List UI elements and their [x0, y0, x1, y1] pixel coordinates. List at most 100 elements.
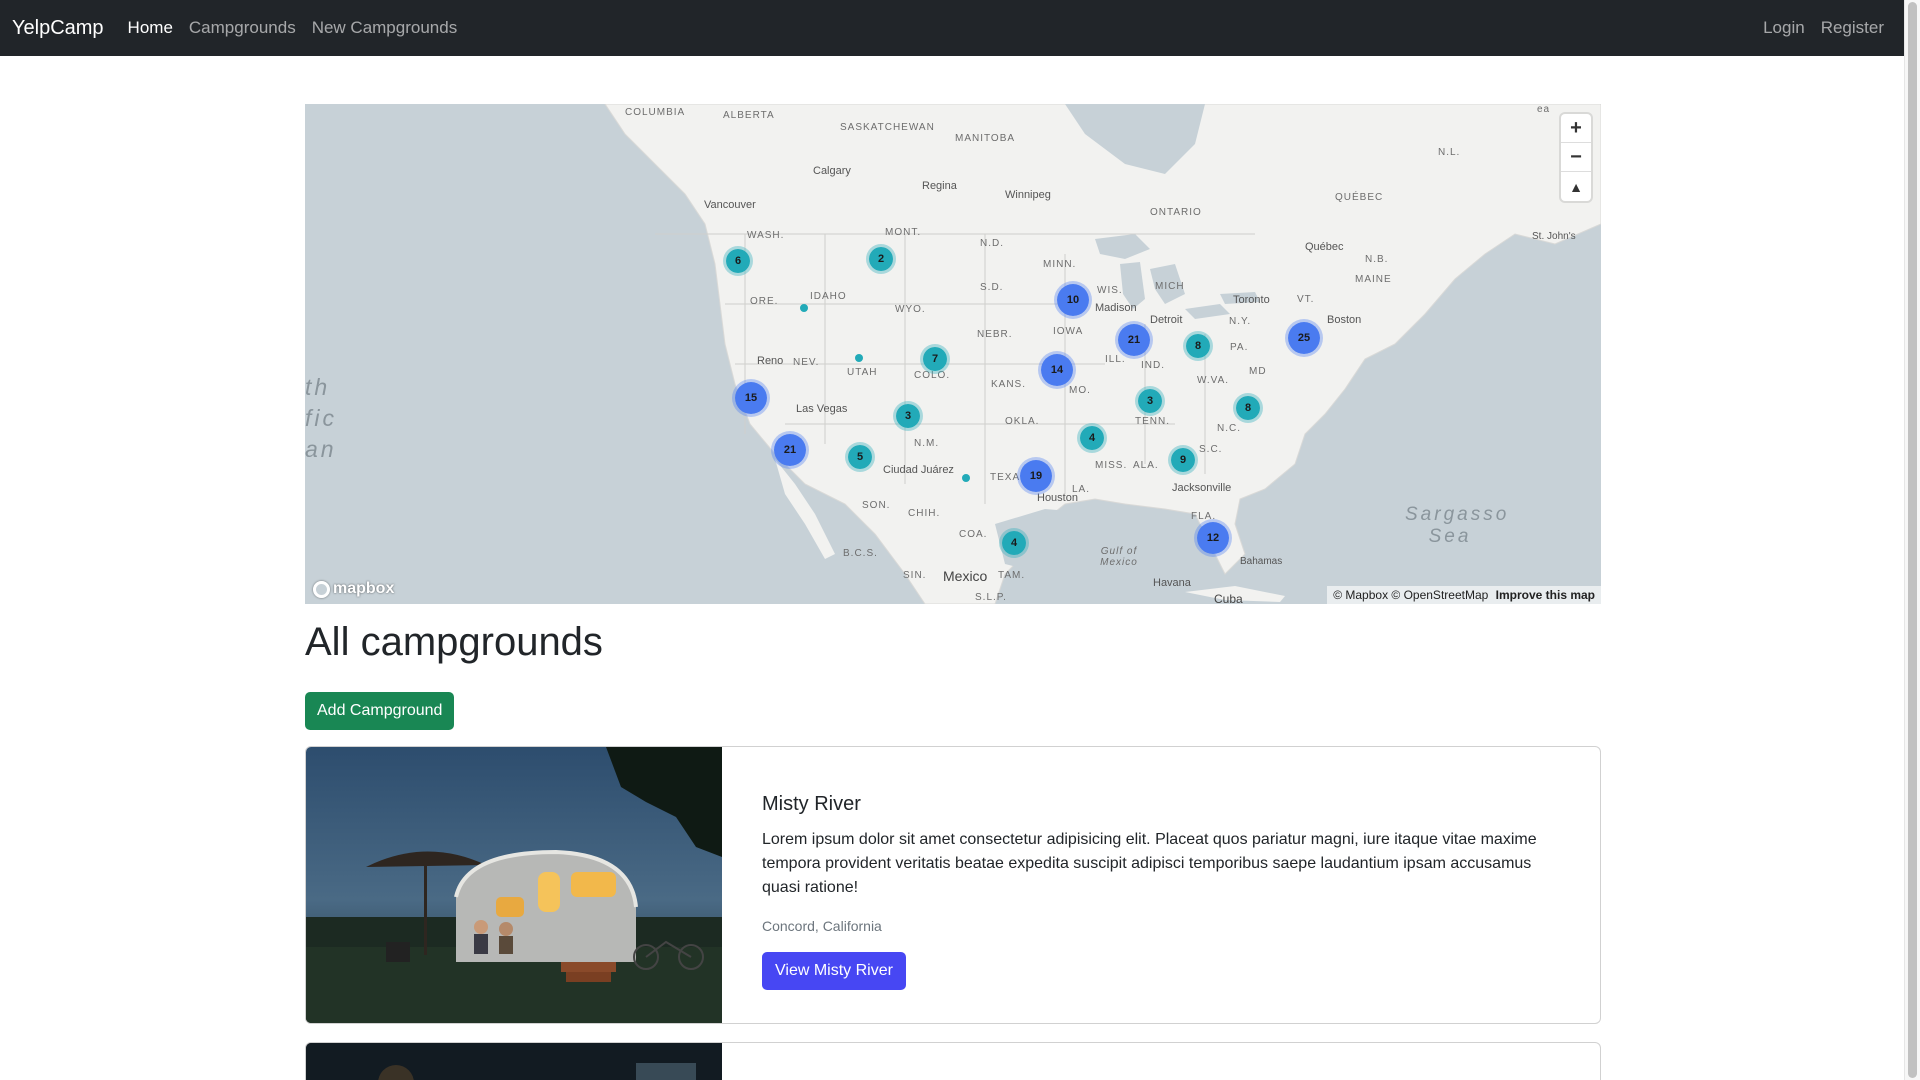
campground-photo	[306, 747, 722, 1023]
map-label: N.D.	[980, 238, 1004, 249]
map-label: Calgary	[813, 165, 851, 177]
map-label: ALBERTA	[723, 110, 775, 121]
zoom-in-button[interactable]: +	[1561, 114, 1591, 143]
map-label: Sargasso Sea	[1405, 504, 1510, 547]
map-label: Detroit	[1150, 314, 1183, 326]
map-cluster-marker[interactable]: 8	[1233, 393, 1263, 423]
map-cluster-marker[interactable]: 21	[1115, 321, 1153, 359]
map-label: Havana	[1153, 577, 1191, 589]
map-point-marker[interactable]	[855, 354, 863, 362]
navbar: YelpCamp Home Campgrounds New Campground…	[0, 0, 1904, 56]
map-label: SASKATCHEWAN	[840, 122, 935, 133]
scrollbar-thumb[interactable]	[1908, 2, 1917, 1078]
map-cluster-marker[interactable]: 4	[1077, 423, 1107, 453]
map-cluster-marker[interactable]: 9	[1168, 445, 1198, 475]
campground-photo	[306, 1043, 722, 1080]
map-label: MD	[1249, 366, 1267, 377]
map-label: Regina	[922, 180, 957, 192]
mapbox-logo-text: mapbox	[333, 580, 395, 597]
map-cluster-marker[interactable]: 8	[1183, 331, 1213, 361]
improve-map-link[interactable]: Improve this map	[1496, 588, 1595, 602]
map-label: NEV.	[793, 357, 820, 368]
nav-login[interactable]: Login	[1763, 18, 1805, 38]
campground-location: Concord, California	[762, 918, 882, 934]
page-title: All campgrounds	[305, 620, 603, 664]
map-label: MO.	[1069, 385, 1091, 396]
mapbox-logo-icon	[313, 580, 330, 598]
map-label: SON.	[862, 500, 891, 511]
map-label: PA.	[1230, 342, 1249, 353]
map-label: CHIH.	[908, 508, 941, 519]
map-cluster-marker[interactable]: 7	[920, 344, 950, 374]
compass-reset-button[interactable]: ▲	[1561, 172, 1591, 201]
map-label: Madison	[1095, 302, 1137, 314]
map-label: N.B.	[1365, 254, 1389, 265]
nav-register[interactable]: Register	[1821, 18, 1884, 38]
map-cluster-marker[interactable]: 21	[771, 431, 809, 469]
map-cluster-marker[interactable]: 12	[1194, 519, 1232, 557]
map-label: Boston	[1327, 314, 1362, 326]
map-label: th fic an	[305, 374, 337, 462]
zoom-out-button[interactable]: −	[1561, 143, 1591, 172]
map-label: Toronto	[1233, 294, 1270, 306]
map-label: S.C.	[1199, 444, 1223, 455]
map-label: W.VA.	[1197, 375, 1230, 386]
map-cluster-marker[interactable]: 14	[1038, 351, 1076, 389]
map-label: QUÉBEC	[1335, 192, 1384, 203]
campground-image	[306, 747, 722, 1023]
campground-card-body: Misty River Lorem ipsum dolor sit amet c…	[722, 747, 1600, 1023]
campground-card	[305, 1042, 1601, 1080]
map-label: KANS.	[991, 379, 1027, 390]
map-label: TAM.	[998, 570, 1026, 581]
map-label: MINN.	[1043, 259, 1077, 270]
map-label: Winnipeg	[1005, 189, 1051, 201]
attribution-text[interactable]: © Mapbox © OpenStreetMap	[1333, 588, 1488, 602]
map-cluster-marker[interactable]: 4	[999, 528, 1029, 558]
map-cluster-marker[interactable]: 5	[845, 442, 875, 472]
map-label: N.M.	[914, 438, 940, 449]
map-label: Québec	[1305, 241, 1344, 253]
map-cluster-marker[interactable]: 2	[866, 244, 896, 274]
page-scrollbar[interactable]	[1904, 0, 1920, 1080]
map-label: IDAHO	[810, 291, 847, 302]
nav-home[interactable]: Home	[128, 18, 173, 38]
map-label: MONT.	[885, 227, 922, 238]
map-label: IND.	[1141, 360, 1165, 371]
nav-auth-links: Login Register	[1747, 18, 1884, 38]
mapbox-logo[interactable]: mapbox	[313, 580, 394, 598]
nav-new-campgrounds[interactable]: New Campgrounds	[312, 18, 458, 38]
view-campground-button[interactable]: View Misty River	[762, 952, 906, 990]
map-cluster-marker[interactable]: 3	[893, 401, 923, 431]
map-point-marker[interactable]	[800, 304, 808, 312]
map-attribution: © Mapbox © OpenStreetMap Improve this ma…	[1327, 586, 1601, 604]
map-cluster-marker[interactable]: 3	[1135, 386, 1165, 416]
map-label: St. John's	[1532, 231, 1576, 242]
nav-campgrounds[interactable]: Campgrounds	[189, 18, 296, 38]
map-label: Mexico	[943, 568, 988, 584]
map-label: N.L.	[1438, 147, 1461, 158]
map-label: MAINE	[1355, 274, 1392, 285]
map-cluster-marker[interactable]: 10	[1054, 281, 1092, 319]
map-label: SIN.	[903, 570, 927, 581]
cluster-map[interactable]: COLUMBIA ALBERTA SASKATCHEWAN MANITOBA O…	[305, 104, 1601, 604]
map-label: S.D.	[980, 282, 1004, 293]
map-label: Las Vegas	[796, 403, 848, 415]
campground-description: Lorem ipsum dolor sit amet consectetur a…	[762, 831, 1537, 896]
map-cluster-marker[interactable]: 19	[1017, 457, 1055, 495]
map-label: N.Y.	[1229, 316, 1252, 327]
map-label: B.C.S.	[843, 548, 878, 559]
map-cluster-marker[interactable]: 25	[1285, 319, 1323, 357]
map-label: TENN.	[1135, 416, 1170, 427]
map-label: ONTARIO	[1150, 207, 1202, 218]
map-cluster-marker[interactable]: 6	[723, 246, 753, 276]
map-cluster-marker[interactable]: 15	[732, 379, 770, 417]
map-label: WYO.	[895, 304, 926, 315]
map-label: ea	[1537, 104, 1551, 115]
map-label: Bahamas	[1240, 556, 1283, 567]
brand-logo[interactable]: YelpCamp	[12, 17, 104, 40]
map-label: ORE.	[750, 296, 779, 307]
map-label: COA.	[959, 529, 988, 540]
map-point-marker[interactable]	[962, 474, 970, 482]
add-campground-button[interactable]: Add Campground	[305, 692, 455, 730]
campground-title: Misty River	[762, 793, 861, 815]
